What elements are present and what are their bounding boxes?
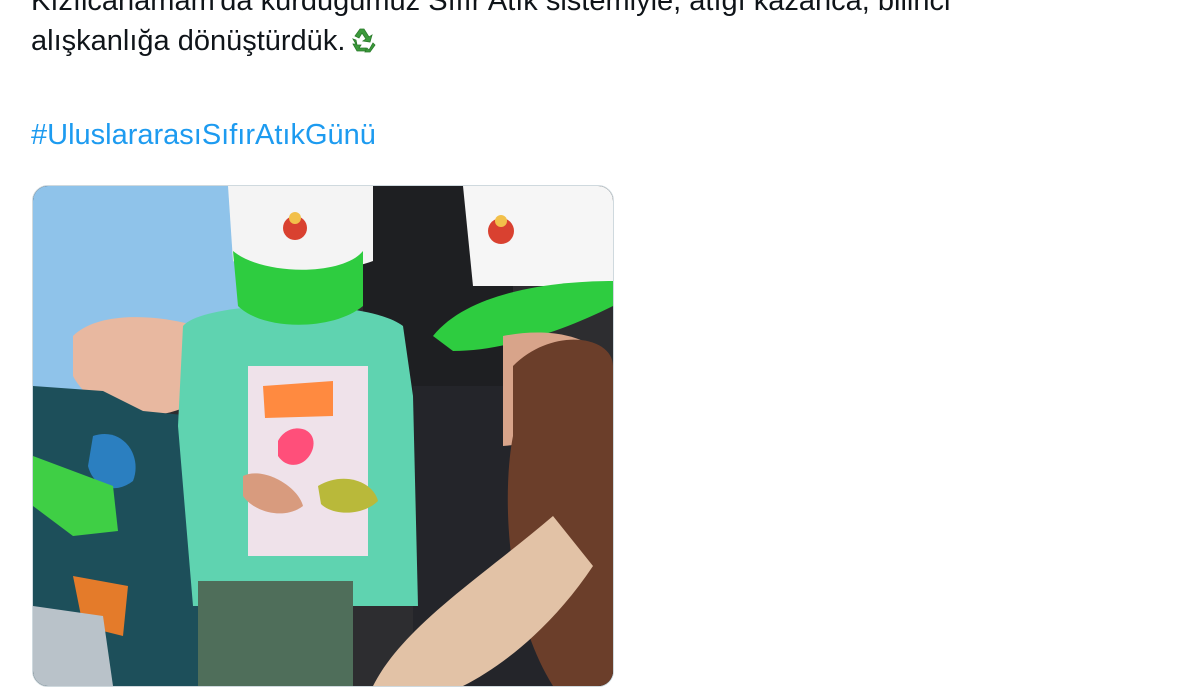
tweet-text-end: alışkanlığa dönüştürdük. bbox=[31, 25, 346, 57]
tweet: Kızılcahamam'da kurduğumuz Sıfır Atık si… bbox=[0, 0, 1200, 687]
tweet-text-cut: Kızılcahamam'da kurduğumuz Sıfır Atık si… bbox=[31, 0, 951, 17]
tweet-text-line: Kızılcahamam'da kurduğumuz Sıfır Atık si… bbox=[31, 0, 950, 18]
tweet-photo[interactable] bbox=[32, 185, 614, 687]
hashtag-link[interactable]: #UluslararasıSıfırAtıkGünü bbox=[31, 118, 376, 152]
tweet-text-line: alışkanlığa dönüştürdük. bbox=[31, 24, 377, 58]
photo-illustration bbox=[33, 186, 613, 686]
recycle-icon bbox=[347, 25, 377, 55]
